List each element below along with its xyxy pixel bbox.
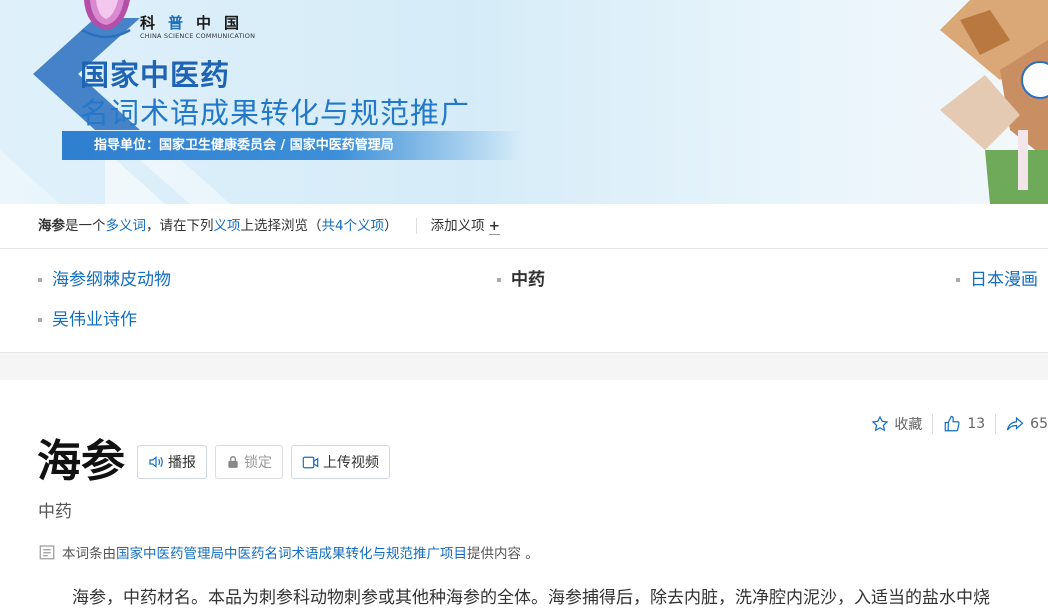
polysemy-bar: 海参是一个多义词，请在下列义项上选择浏览（共4个义项） 添加义项 + bbox=[0, 204, 1048, 249]
share-icon bbox=[1007, 416, 1024, 431]
like-button[interactable]: 13 bbox=[943, 415, 985, 433]
read-aloud-button[interactable]: 播报 bbox=[137, 445, 207, 479]
divider bbox=[995, 414, 997, 434]
polysemy-term: 海参 bbox=[38, 218, 65, 234]
share-button[interactable]: 65 bbox=[1006, 415, 1048, 433]
banner-guide: 指导单位：国家卫生健康委员会 / 国家中医药管理局 bbox=[62, 131, 522, 160]
divider bbox=[415, 218, 417, 234]
sense-item-tcm: 中药 bbox=[497, 269, 545, 291]
star-icon bbox=[871, 415, 889, 432]
bullet-icon bbox=[38, 318, 42, 322]
entry-tools: 收藏 13 65 bbox=[871, 414, 1048, 434]
thumb-up-icon bbox=[944, 415, 960, 432]
sense-list: 海参纲棘皮动物 中药 日本漫画 吴伟业诗作 bbox=[0, 249, 1048, 353]
entry-card: 收藏 13 65 海参 播报 锁定 上传视频 中药 本词条由 国家中医药管理局中医 bbox=[0, 380, 1048, 613]
logo-en: CHINA SCIENCE COMMUNICATION bbox=[140, 32, 256, 40]
banner-title-1: 国家中医药 bbox=[80, 58, 231, 92]
sense-link[interactable]: 义项 bbox=[214, 218, 241, 234]
polysemy-link[interactable]: 多义词 bbox=[106, 218, 147, 234]
divider bbox=[932, 414, 934, 434]
collect-button[interactable]: 收藏 bbox=[871, 414, 922, 434]
page-title: 海参 bbox=[37, 436, 125, 487]
sense-item-poem[interactable]: 吴伟业诗作 bbox=[38, 309, 137, 331]
sense-count-link[interactable]: 共4个义项 bbox=[322, 218, 385, 234]
document-icon bbox=[39, 545, 55, 560]
bullet-icon bbox=[38, 278, 42, 282]
sense-item-sea-cucumber-animal[interactable]: 海参纲棘皮动物 bbox=[38, 269, 171, 291]
sense-item-manga[interactable]: 日本漫画 bbox=[956, 269, 1038, 291]
banner-title-2: 名词术语成果转化与规范推广 bbox=[80, 96, 471, 130]
lock-icon bbox=[228, 456, 238, 468]
speaker-icon bbox=[149, 456, 163, 468]
add-sense-button[interactable]: 添加义项 + bbox=[431, 218, 500, 235]
plus-icon: + bbox=[488, 218, 500, 235]
lock-button[interactable]: 锁定 bbox=[215, 445, 283, 479]
logo: 科普中国 CHINA SCIENCE COMMUNICATION bbox=[80, 0, 255, 44]
banner-photos bbox=[940, 0, 1048, 204]
logo-cn: 科普中国 bbox=[140, 14, 253, 32]
banner: 科普中国 CHINA SCIENCE COMMUNICATION 国家中医药 名… bbox=[0, 0, 1048, 204]
source-link[interactable]: 国家中医药管理局中医药名词术语成果转化与规范推广项目 bbox=[116, 542, 467, 562]
title-row: 海参 播报 锁定 上传视频 bbox=[37, 432, 398, 492]
bullet-icon bbox=[497, 278, 501, 282]
bullet-icon bbox=[956, 278, 960, 282]
entry-subtitle: 中药 bbox=[38, 502, 72, 522]
source-note: 本词条由 国家中医药管理局中医药名词术语成果转化与规范推广项目 提供内容 。 bbox=[38, 542, 539, 562]
logo-fan-icon bbox=[81, 0, 131, 39]
summary-paragraph: 海参，中药材名。本品为刺参科动物刺参或其他种海参的全体。海参捕得后，除去内脏，洗… bbox=[72, 588, 990, 608]
upload-video-button[interactable]: 上传视频 bbox=[291, 445, 390, 479]
video-icon bbox=[302, 456, 319, 468]
